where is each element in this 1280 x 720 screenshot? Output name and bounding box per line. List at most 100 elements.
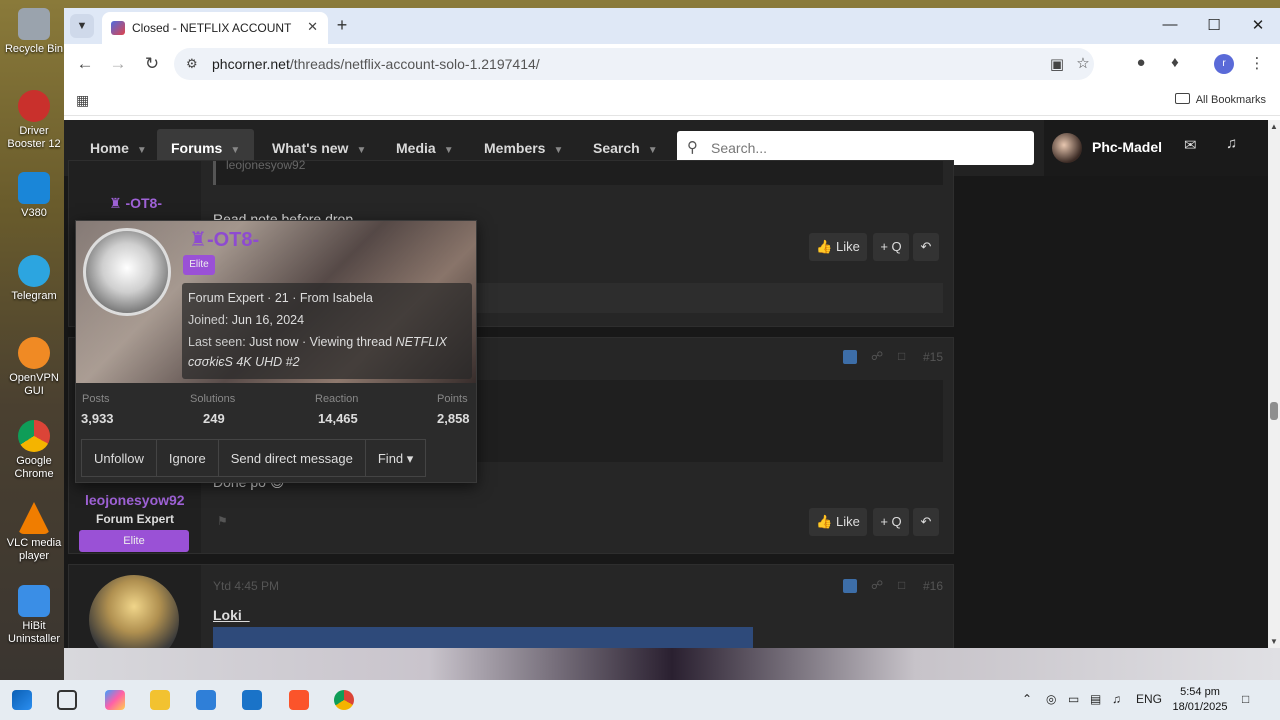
forward-button[interactable]: → bbox=[106, 54, 130, 74]
system-clock[interactable]: 5:54 pm 18/01/2025 bbox=[1170, 685, 1230, 715]
share-icon[interactable]: ☍ bbox=[871, 349, 883, 363]
bookmark-icon[interactable]: □ bbox=[898, 349, 905, 363]
desktop-icon-vlc[interactable]: VLC media player bbox=[2, 502, 66, 563]
close-window-button[interactable]: ✕ bbox=[1238, 16, 1278, 34]
chevron-down-icon[interactable]: ▼ bbox=[230, 145, 240, 156]
bookmark-star-icon[interactable]: ☆ bbox=[1072, 54, 1094, 72]
scrollbar-thumb[interactable] bbox=[1270, 402, 1278, 420]
reply-button[interactable]: ↶ bbox=[913, 233, 939, 261]
member-actions: Unfollow Ignore Send direct message Find… bbox=[81, 439, 427, 477]
quote-label: + Q bbox=[880, 514, 902, 529]
menu-kebab-icon[interactable]: ⋮ bbox=[1246, 54, 1268, 72]
windows-start-icon[interactable] bbox=[12, 690, 32, 710]
quote-button[interactable]: + Q bbox=[873, 233, 909, 261]
desktop-icon-v380[interactable]: V380 bbox=[2, 172, 66, 220]
brave-icon[interactable] bbox=[289, 690, 309, 710]
scroll-down-icon[interactable]: ▼ bbox=[1270, 637, 1278, 646]
copilot-icon[interactable] bbox=[105, 690, 125, 710]
file-explorer-icon[interactable] bbox=[150, 690, 170, 710]
stat-value[interactable]: 249 bbox=[203, 411, 225, 426]
chevron-up-icon[interactable]: ⌃ bbox=[1022, 692, 1032, 706]
maximize-button[interactable]: ☐ bbox=[1194, 16, 1234, 34]
apps-grid-icon[interactable]: ▦ bbox=[76, 92, 89, 109]
stat-value[interactable]: 14,465 bbox=[318, 411, 358, 426]
address-bar[interactable]: ⚙ phcorner.net/threads/netflix-account-s… bbox=[174, 48, 1094, 80]
ignore-button[interactable]: Ignore bbox=[155, 439, 219, 477]
store-icon[interactable] bbox=[196, 690, 216, 710]
envelope-icon[interactable]: ✉ bbox=[1184, 136, 1197, 154]
desktop-icon-telegram[interactable]: Telegram bbox=[2, 255, 66, 303]
avatar[interactable] bbox=[83, 228, 171, 316]
task-view-icon[interactable] bbox=[57, 690, 77, 710]
share-icon[interactable]: ☍ bbox=[871, 578, 883, 592]
find-menu-button[interactable]: Find ▾ bbox=[364, 439, 427, 477]
browser-tab[interactable]: Closed - NETFLIX ACCOUNT SO ✕ bbox=[102, 12, 328, 44]
notifications-icon[interactable]: □ bbox=[1242, 692, 1249, 706]
like-button[interactable]: 👍 Like bbox=[809, 508, 867, 536]
desktop-icon-chrome[interactable]: Google Chrome bbox=[2, 420, 66, 481]
quote-button[interactable]: + Q bbox=[873, 508, 909, 536]
like-button[interactable]: 👍 Like bbox=[809, 233, 867, 261]
member-name[interactable]: ♜-OT8- bbox=[189, 227, 259, 252]
tab-search-button[interactable]: ▼ bbox=[70, 14, 94, 38]
viewing-thread-link-2[interactable]: cσσkiєS 4K UHD #2 bbox=[188, 355, 300, 369]
post-number[interactable]: #15 bbox=[923, 350, 943, 364]
username-label[interactable]: Phc-Madel bbox=[1092, 139, 1162, 155]
chevron-down-icon[interactable]: ▼ bbox=[137, 145, 147, 156]
mentioned-username[interactable]: Loki_ bbox=[213, 607, 250, 623]
desktop-icon-recycle-bin[interactable]: Recycle Bin bbox=[2, 8, 66, 56]
telegram-icon bbox=[18, 255, 50, 287]
chevron-down-icon[interactable]: ▼ bbox=[648, 145, 658, 156]
chevron-down-icon[interactable]: ▼ bbox=[553, 145, 563, 156]
tab-close-icon[interactable]: ✕ bbox=[307, 19, 318, 35]
bell-icon[interactable]: ♫ bbox=[1226, 135, 1237, 152]
user-title: Forum Expert bbox=[95, 512, 174, 526]
member-title-line: Forum Expert · 21 · From Isabela bbox=[188, 291, 373, 305]
cookie-extension-icon[interactable]: ● bbox=[1130, 54, 1152, 71]
reply-button[interactable]: ↶ bbox=[913, 508, 939, 536]
viewing-thread-link[interactable]: NETFLIX bbox=[396, 335, 447, 349]
post-username-text: -OT8- bbox=[125, 195, 163, 211]
quote-post-icon[interactable] bbox=[843, 579, 857, 593]
post-number[interactable]: #16 bbox=[923, 579, 943, 593]
send-message-button[interactable]: Send direct message bbox=[217, 439, 366, 477]
post-username[interactable]: leojonesyow92 bbox=[85, 492, 185, 508]
chrome-taskbar-icon[interactable] bbox=[334, 690, 354, 710]
user-menu[interactable]: Phc-Madel ✉ ♫ bbox=[1044, 120, 1268, 176]
avatar[interactable] bbox=[1052, 133, 1082, 163]
avatar[interactable] bbox=[89, 575, 179, 648]
reload-button[interactable]: ↻ bbox=[140, 54, 164, 74]
report-flag-icon[interactable]: ⚑ bbox=[217, 514, 228, 528]
desktop-icon-hibit[interactable]: HiBit Uninstaller bbox=[2, 585, 66, 646]
meet-icon[interactable]: ◎ bbox=[1046, 692, 1056, 706]
desktop-icon-driver-booster[interactable]: Driver Booster 12 bbox=[2, 90, 66, 151]
stat-value[interactable]: 2,858 bbox=[437, 411, 470, 426]
extensions-icon[interactable]: ♦ bbox=[1164, 54, 1186, 71]
network-icon[interactable]: ▤ bbox=[1090, 692, 1101, 706]
battery-icon[interactable]: ▭ bbox=[1068, 692, 1079, 706]
quote-label: + Q bbox=[880, 239, 902, 254]
desktop-icon-openvpn[interactable]: OpenVPN GUI bbox=[2, 337, 66, 398]
profile-avatar[interactable]: r bbox=[1214, 54, 1234, 74]
language-indicator[interactable]: ENG bbox=[1136, 692, 1162, 706]
mail-icon[interactable] bbox=[242, 690, 262, 710]
all-bookmarks-button[interactable]: All Bookmarks bbox=[1174, 93, 1266, 106]
quote-post-icon[interactable] bbox=[843, 350, 857, 364]
viewing-thread-text: cσσkiєS 4K UHD #2 bbox=[188, 355, 300, 369]
post-username[interactable]: ♜ -OT8- bbox=[109, 195, 162, 212]
minimize-button[interactable]: — bbox=[1150, 16, 1190, 33]
chevron-down-icon[interactable]: ▼ bbox=[444, 145, 454, 156]
post-time[interactable]: Ytd 4:45 PM bbox=[213, 579, 279, 593]
site-info-icon[interactable]: ⚙ bbox=[186, 56, 198, 72]
page-scrollbar[interactable]: ▲ ▼ bbox=[1268, 120, 1280, 648]
install-app-icon[interactable]: ▣ bbox=[1046, 55, 1068, 73]
chevron-down-icon[interactable]: ▼ bbox=[356, 145, 366, 156]
volume-icon[interactable]: ♫ bbox=[1112, 692, 1121, 706]
unfollow-button[interactable]: Unfollow bbox=[81, 439, 157, 477]
scroll-up-icon[interactable]: ▲ bbox=[1270, 122, 1278, 131]
member-info: Forum Expert · 21 · From Isabela Joined:… bbox=[182, 283, 472, 379]
stat-value[interactable]: 3,933 bbox=[81, 411, 114, 426]
bookmark-icon[interactable]: □ bbox=[898, 578, 905, 592]
back-button[interactable]: ← bbox=[73, 54, 97, 74]
new-tab-button[interactable]: + bbox=[330, 15, 354, 36]
